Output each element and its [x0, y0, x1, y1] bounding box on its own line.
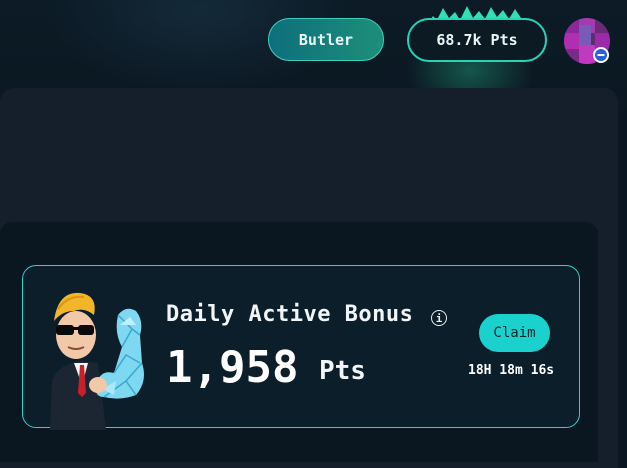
countdown-timer: 18H 18m 16s [468, 363, 555, 378]
info-icon[interactable]: i [431, 310, 447, 326]
bonus-value: 1,958 [166, 342, 299, 393]
claim-button[interactable]: Claim [479, 314, 550, 352]
points-button-wrap[interactable]: 68.7k Pts [407, 4, 547, 62]
avatar[interactable] [563, 17, 611, 65]
minus-circle-icon [593, 47, 609, 63]
username-button[interactable]: Butler [268, 18, 384, 61]
bonus-title: Daily Active Bonus [166, 302, 414, 327]
points-button[interactable]: 68.7k Pts [407, 18, 547, 62]
mascot-icon [50, 292, 144, 430]
bonus-unit: Pts [319, 356, 366, 386]
